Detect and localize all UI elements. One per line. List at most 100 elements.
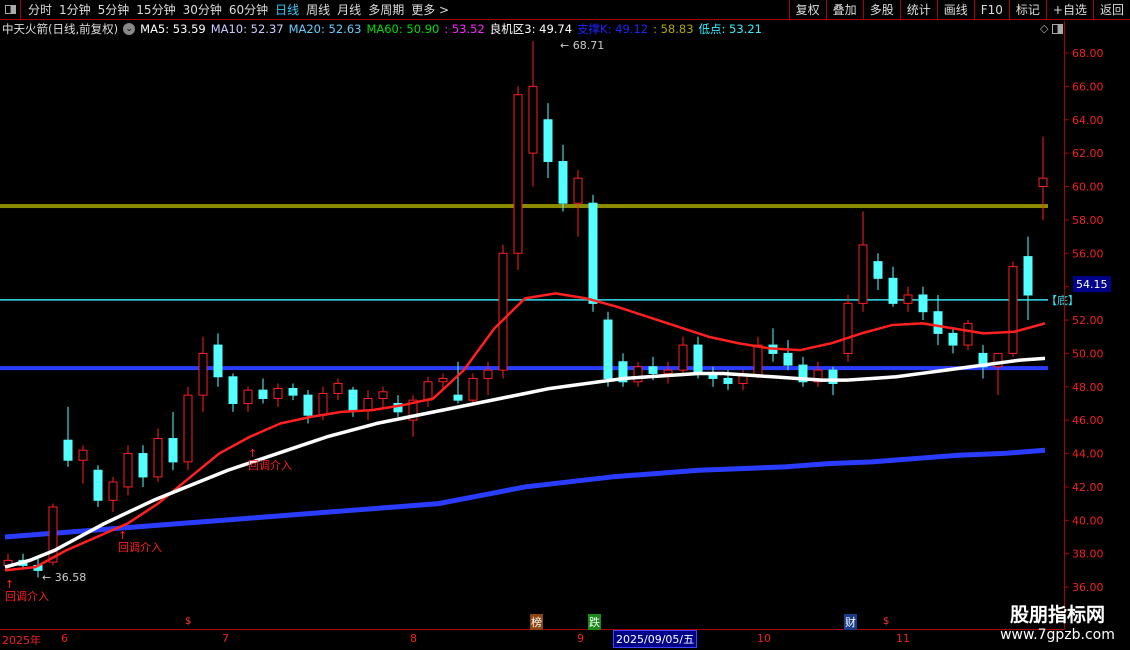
candle-body	[138, 453, 148, 478]
watermark-title: 股朋指标网	[1009, 604, 1105, 626]
diamond-icon[interactable]: ◇	[1040, 22, 1048, 35]
toolbar-button-5[interactable]: F10	[973, 0, 1009, 20]
candle-body	[1023, 256, 1033, 296]
y-tick-label: 48.00	[1072, 381, 1104, 394]
y-tick-label: 40.00	[1072, 514, 1104, 527]
toolbar-button-6[interactable]: 标记	[1008, 0, 1046, 20]
y-tick-label: 36.00	[1072, 581, 1104, 594]
support-value: 支撑K: 49.12	[577, 22, 649, 36]
dividend-icon[interactable]: $	[882, 616, 890, 627]
event-tag-die[interactable]: 跌	[588, 614, 601, 630]
period-tab-2[interactable]: 5分钟	[98, 1, 130, 18]
up-arrow-icon: ↑	[5, 578, 14, 591]
candle-body	[843, 302, 853, 354]
candle-body	[243, 389, 253, 404]
time-label: 2025年	[2, 634, 41, 647]
time-label: 7	[222, 632, 229, 645]
candle-body	[198, 352, 208, 396]
y-tick-label: 60.00	[1072, 181, 1104, 194]
price-chart[interactable]: 36.00 38.00 40.00 42.00 44.00 46.00 48.00 50.00…	[0, 0, 1130, 650]
current-price-label: 54.15	[1076, 278, 1108, 291]
y-tick-label: 56.00	[1072, 247, 1104, 260]
candle-body	[723, 377, 733, 384]
time-axis: 2025年 6 7 8 9 2025/09/05/五 10 11	[0, 629, 1064, 648]
candle-body	[528, 85, 538, 154]
period-tab-6[interactable]: 日线	[275, 1, 299, 18]
period-tab-0[interactable]: 分时	[28, 1, 52, 18]
time-label: 6	[61, 632, 68, 645]
candle-body	[963, 322, 973, 346]
candle-body	[78, 449, 88, 461]
candle-body	[363, 397, 373, 411]
toolbar-button-0[interactable]: 复权	[788, 0, 826, 20]
candle-body	[948, 332, 958, 346]
y-tick-label: 66.00	[1072, 80, 1104, 93]
period-tab-7[interactable]: 周线	[306, 1, 330, 18]
candle-body	[288, 387, 298, 396]
y-tick-label: 38.00	[1072, 548, 1104, 561]
time-label: 11	[896, 632, 910, 645]
candle-body	[498, 252, 508, 371]
event-tag-cai[interactable]: 财	[844, 614, 857, 630]
y-tick-label: 52.00	[1072, 314, 1104, 327]
toolbar-button-2[interactable]: 多股	[862, 0, 900, 20]
y-tick-label: 68.00	[1072, 47, 1104, 60]
period-tab-8[interactable]: 月线	[337, 1, 361, 18]
candle-body	[603, 319, 613, 379]
panel-icon[interactable]	[1052, 24, 1063, 34]
candle-body	[483, 369, 493, 379]
toolbar-button-4[interactable]: 画线	[936, 0, 974, 20]
signal-label: 回调介入	[5, 590, 49, 603]
candle-body	[753, 344, 763, 376]
ma10-line	[4, 292, 1046, 572]
candle-body	[273, 387, 283, 399]
up-arrow-icon: ↑	[118, 529, 127, 542]
bottom-tag: 【底】	[1046, 293, 1079, 307]
candle-body	[903, 294, 913, 304]
candle-body	[123, 453, 133, 488]
candle-body	[228, 376, 238, 404]
watermark-url: www.7gpzb.com	[1000, 627, 1115, 643]
dropdown-icon[interactable]: ⌄	[123, 23, 136, 35]
event-tag-bang[interactable]: 榜	[530, 614, 543, 630]
stock-name: 中天火箭(日线,前复权)	[2, 22, 119, 36]
high-price-label: ← 68.71	[560, 39, 604, 52]
period-tab-5[interactable]: 60分钟	[229, 1, 268, 18]
candle-body	[663, 369, 673, 374]
dividend-icon[interactable]: $	[184, 616, 192, 627]
candle-body	[918, 294, 928, 313]
period-tab-4[interactable]: 30分钟	[183, 1, 222, 18]
support-line	[0, 366, 1048, 371]
toolbar-button-7[interactable]: +自选	[1045, 0, 1093, 20]
period-tab-3[interactable]: 15分钟	[136, 1, 175, 18]
cursor-date: 2025/09/05/五	[613, 630, 698, 648]
signal-label: 回调介入	[248, 459, 292, 472]
low-price-label: ← 36.58	[42, 571, 86, 584]
candle-body	[873, 261, 883, 279]
candle-body	[63, 439, 73, 461]
period-tab-9[interactable]: 多周期	[368, 1, 404, 18]
candle-body	[888, 277, 898, 304]
toolbar-button-8[interactable]: 返回	[1092, 0, 1130, 20]
candle-body	[648, 366, 658, 374]
y-tick-label: 44.00	[1072, 448, 1104, 461]
gold-value: : 58.83	[653, 22, 694, 36]
toolbar-button-3[interactable]: 统计	[899, 0, 937, 20]
candle-body	[543, 119, 553, 162]
candle-body	[693, 344, 703, 374]
up-arrow-icon: ↑	[248, 447, 257, 460]
ma10-value: MA10: 52.37	[210, 22, 284, 36]
y-tick-label: 58.00	[1072, 214, 1104, 227]
candle-body	[183, 394, 193, 463]
candle-body	[168, 438, 178, 463]
period-tab-1[interactable]: 1分钟	[59, 1, 91, 18]
candle-body	[783, 352, 793, 366]
toolbar-button-1[interactable]: 叠加	[825, 0, 863, 20]
ma5-value: MA5: 53.59	[140, 22, 206, 36]
extra-value: : 53.52	[444, 22, 485, 36]
period-tab-10[interactable]: 更多 >	[411, 1, 449, 18]
layout-toggle-button[interactable]	[0, 0, 21, 20]
candle-body	[1038, 177, 1048, 188]
candle-body	[258, 389, 268, 399]
panel-icon	[4, 5, 16, 14]
